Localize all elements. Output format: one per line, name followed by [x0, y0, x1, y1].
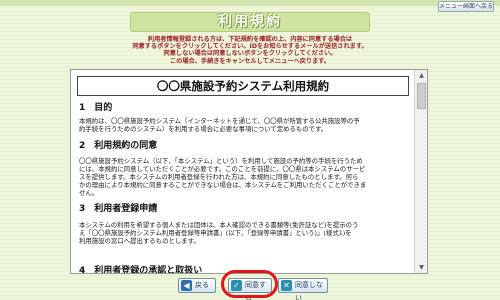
section-line: え「〇〇県施設予約システム利用者登録等申請書」(以下、「登録等申請書」という)」… [79, 229, 352, 237]
notice-line: この場合、手続きをキャンセルしてメニューへ戻ります。 [169, 57, 331, 65]
section-line: 本システムの利用を希望する個人または団体は、本人確認のできる書類等(免許証など)… [79, 221, 359, 229]
agree-highlight-ring [221, 270, 278, 298]
disagree-document-icon: ✕ [281, 280, 292, 291]
section-line: 本規約は、〇〇県施設予約システム（インターネットを通じて、〇〇県が所管する公共施… [79, 117, 360, 125]
notice-line: 同意しない場合は同意しないボタンをクリックしてください。 [163, 50, 337, 58]
section-title-registration: 3 利用者登録申請 [79, 204, 158, 214]
section-line: 約手続を行うためのシステム）を利用する場合に必要な事項について定めるものです。 [79, 125, 328, 133]
document-heading: 〇〇県施設予約システム利用規約 [156, 79, 330, 93]
scroll-down-arrow-icon[interactable]: ▼ [417, 263, 426, 272]
back-button[interactable]: ◀ 戻る [178, 278, 216, 293]
vertical-scrollbar[interactable]: ▲ ▼ [414, 70, 427, 273]
terms-document-content: 〇〇県施設予約システム利用規約 1 目的 本規約は、〇〇県施設予約システム（イン… [71, 70, 415, 274]
page-title: 利用規約 [218, 14, 282, 30]
section-line: 〇〇県施設予約システム（以下、「本システム」という）を利用して施設の予約等の手続… [79, 157, 363, 165]
scroll-up-arrow-icon[interactable]: ▲ [417, 71, 426, 80]
back-button-label: 戻る [195, 281, 209, 289]
terms-document-frame[interactable]: 〇〇県施設予約システム利用規約 1 目的 本規約は、〇〇県施設予約システム（イン… [70, 69, 428, 274]
section-body-agreement: 〇〇県施設予約システム（以下、「本システム」という）を利用して施設の予約等の手続… [79, 157, 411, 197]
top-strip [0, 0, 500, 6]
section-title-purpose: 1 目的 [79, 103, 113, 113]
section-body-purpose: 本規約は、〇〇県施設予約システム（インターネットを通じて、〇〇県が所管する公共施… [79, 117, 411, 133]
section-line: には、本規約に同意していただくことが必要です。このことを前提に、〇〇県は本システ… [79, 165, 366, 173]
section-body-registration: 本システムの利用を希望する個人または団体は、本人確認のできる書類等(免許証など)… [79, 221, 411, 245]
title-bar: 利用規約 [130, 12, 370, 32]
disagree-button-label: 同意しない [295, 281, 323, 300]
section-line: せん。 [79, 189, 99, 197]
section-line: かの理由により本規約に同意することができない場合は、本システムをご利用いただくこ… [79, 181, 367, 189]
section-line: スを提供します。本システムの利用者登録を行われた方は、本規約に同意したものとしま… [79, 173, 359, 181]
section-title-approval: 4 利用者登録の承認と取扱い [79, 266, 203, 274]
document-heading-box: 〇〇県施設予約システム利用規約 [77, 76, 409, 96]
section-line: 利用施設の窓口へ提出するものとします。 [79, 237, 200, 245]
section-title-agreement: 2 利用規約の同意 [79, 141, 158, 151]
back-arrow-icon: ◀ [181, 280, 192, 291]
scrollbar-thumb[interactable] [417, 83, 426, 109]
back-to-menu-button[interactable]: メニュー画面へ戻る [438, 1, 494, 12]
notice-text: 利用者情報登録される方は、下記規約を確認の上、内容に同意する場合は 同意するボタ… [90, 36, 410, 65]
disagree-button[interactable]: ✕ 同意しない [278, 278, 328, 300]
